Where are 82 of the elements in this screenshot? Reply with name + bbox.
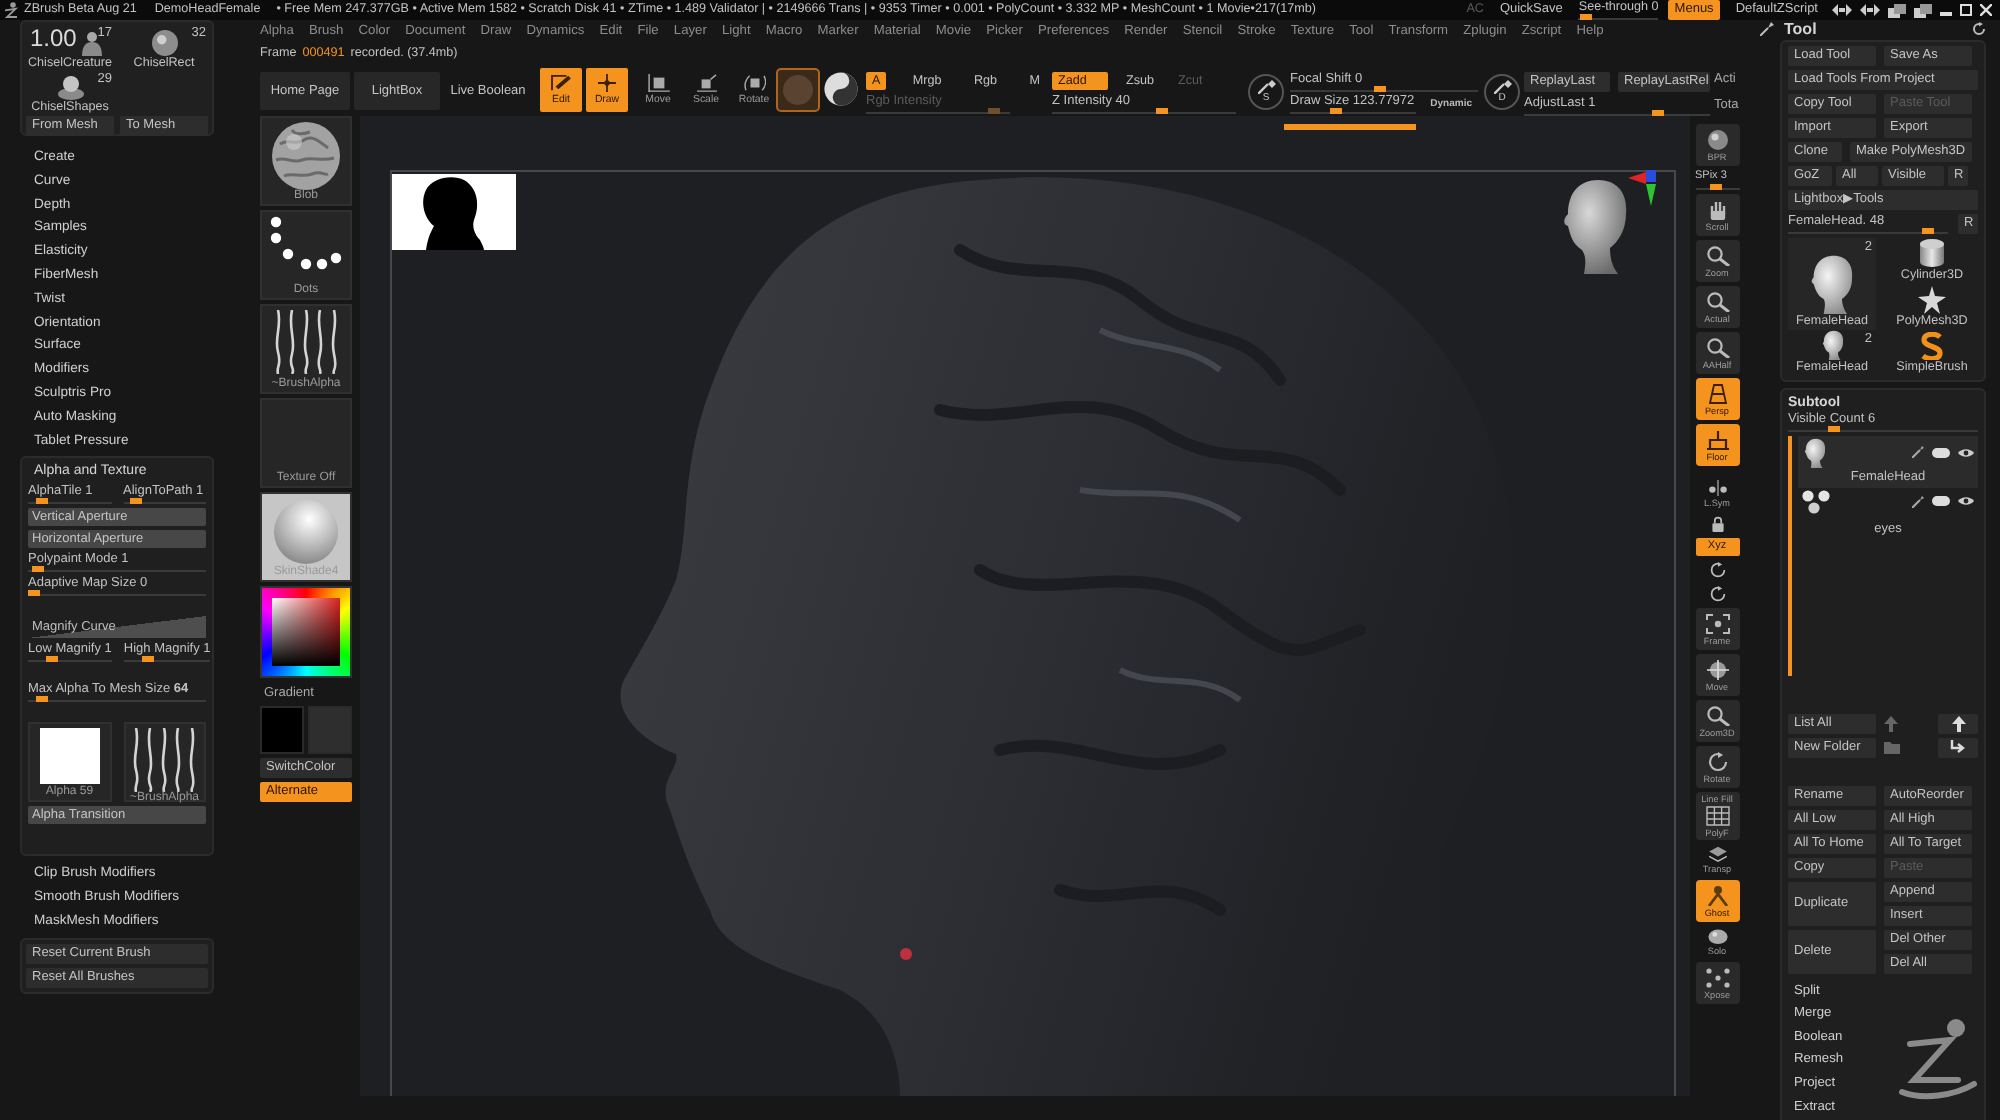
turn-arrow-icon[interactable] xyxy=(1950,740,1966,755)
eye-icon[interactable] xyxy=(1958,496,1974,507)
square-corner-icon xyxy=(695,74,717,92)
color-picker[interactable] xyxy=(260,586,352,678)
brush-icon xyxy=(1493,80,1511,94)
restore-icon[interactable] xyxy=(1960,4,1972,16)
magnifier-icon xyxy=(1705,245,1729,265)
app-logo-icon[interactable] xyxy=(4,2,18,18)
crosshair-icon xyxy=(596,74,618,92)
move-icon xyxy=(1705,659,1729,679)
slider-thumb[interactable] xyxy=(1580,14,1593,20)
slider-track[interactable] xyxy=(28,498,111,505)
dots-icon[interactable] xyxy=(270,216,342,270)
brush-icon xyxy=(1257,80,1275,94)
head-model-icon[interactable] xyxy=(1806,254,1858,315)
blank-alpha-icon[interactable] xyxy=(39,728,100,785)
layers-icon xyxy=(1707,846,1727,862)
grid-icon xyxy=(1705,806,1729,826)
arrows-icon[interactable] xyxy=(1832,4,1852,16)
spheres-icon[interactable] xyxy=(1802,489,1830,514)
slider-thumb[interactable] xyxy=(1827,425,1840,432)
folder-icon[interactable] xyxy=(1884,740,1900,755)
perspective-grid-icon xyxy=(1705,383,1729,403)
square-arcs-icon xyxy=(743,74,765,92)
arrows-icon[interactable] xyxy=(1860,4,1880,16)
slider-thumb[interactable] xyxy=(45,656,58,663)
slider-thumb[interactable] xyxy=(31,566,44,573)
frame-icon xyxy=(1705,613,1729,633)
lock-icon xyxy=(1707,516,1727,532)
palette-title: Tool xyxy=(1784,20,1817,40)
slider-thumb[interactable] xyxy=(142,656,155,663)
slider-thumb[interactable] xyxy=(1374,86,1387,92)
close-icon[interactable] xyxy=(1980,4,1992,16)
hand-icon xyxy=(1705,199,1729,219)
slider-thumb[interactable] xyxy=(1652,110,1665,116)
slider-thumb[interactable] xyxy=(1709,184,1722,190)
slider-track[interactable] xyxy=(1578,14,1659,20)
slider-thumb[interactable] xyxy=(130,498,143,505)
slider-track[interactable] xyxy=(1695,184,1739,190)
zoom-icon xyxy=(1705,705,1729,725)
dots-icon xyxy=(1705,967,1729,987)
square-axes-icon xyxy=(647,74,669,92)
symmetry-icon xyxy=(1707,480,1727,496)
brush-icon[interactable] xyxy=(1912,446,1924,459)
head-model-icon[interactable] xyxy=(1802,437,1828,468)
swirl-icon[interactable] xyxy=(1920,332,1944,361)
scrollbar[interactable] xyxy=(1788,435,1792,676)
sphere-icon[interactable] xyxy=(151,30,177,57)
rotate-icon xyxy=(1705,751,1729,771)
brush-icon[interactable] xyxy=(1912,495,1924,508)
textured-sphere-icon[interactable] xyxy=(268,122,344,190)
brush-icon[interactable] xyxy=(1760,22,1774,37)
floor-icon xyxy=(1705,429,1729,449)
toggle-icon[interactable] xyxy=(1932,496,1950,507)
wavy-lines-icon[interactable] xyxy=(272,310,340,374)
magnifier-icon xyxy=(1705,291,1729,311)
square-pen-icon xyxy=(550,74,572,92)
slider-track[interactable] xyxy=(123,498,206,505)
figure-icon xyxy=(1705,885,1729,905)
bust-icon[interactable] xyxy=(80,32,104,57)
yin-yang-icon[interactable] xyxy=(824,72,858,106)
slider-thumb[interactable] xyxy=(1155,108,1168,114)
magnifier-icon xyxy=(1705,337,1729,357)
eye-icon[interactable] xyxy=(1958,447,1974,458)
slider-thumb[interactable] xyxy=(1330,108,1342,114)
slider-thumb[interactable] xyxy=(1921,227,1934,234)
slider-thumb[interactable] xyxy=(36,696,49,703)
star-icon[interactable] xyxy=(1918,286,1946,315)
toggle-icon[interactable] xyxy=(1932,447,1950,458)
blob-icon xyxy=(1707,928,1727,944)
slider-track[interactable] xyxy=(1290,86,1478,92)
slider-thumb[interactable] xyxy=(28,590,40,597)
arrow-up-icon[interactable] xyxy=(1951,715,1965,732)
sphere-icon xyxy=(1705,129,1729,149)
cylinder-icon[interactable] xyxy=(1918,238,1946,269)
sphere-on-disc-icon[interactable] xyxy=(57,76,83,101)
zoom-readout: 1.00 xyxy=(30,26,77,50)
slider-thumb[interactable] xyxy=(35,498,48,505)
head-model-icon[interactable] xyxy=(1819,330,1845,361)
refresh-icon[interactable] xyxy=(1972,22,1986,37)
head-silhouette-image xyxy=(392,174,516,250)
color-swatch-icon[interactable] xyxy=(260,705,304,754)
